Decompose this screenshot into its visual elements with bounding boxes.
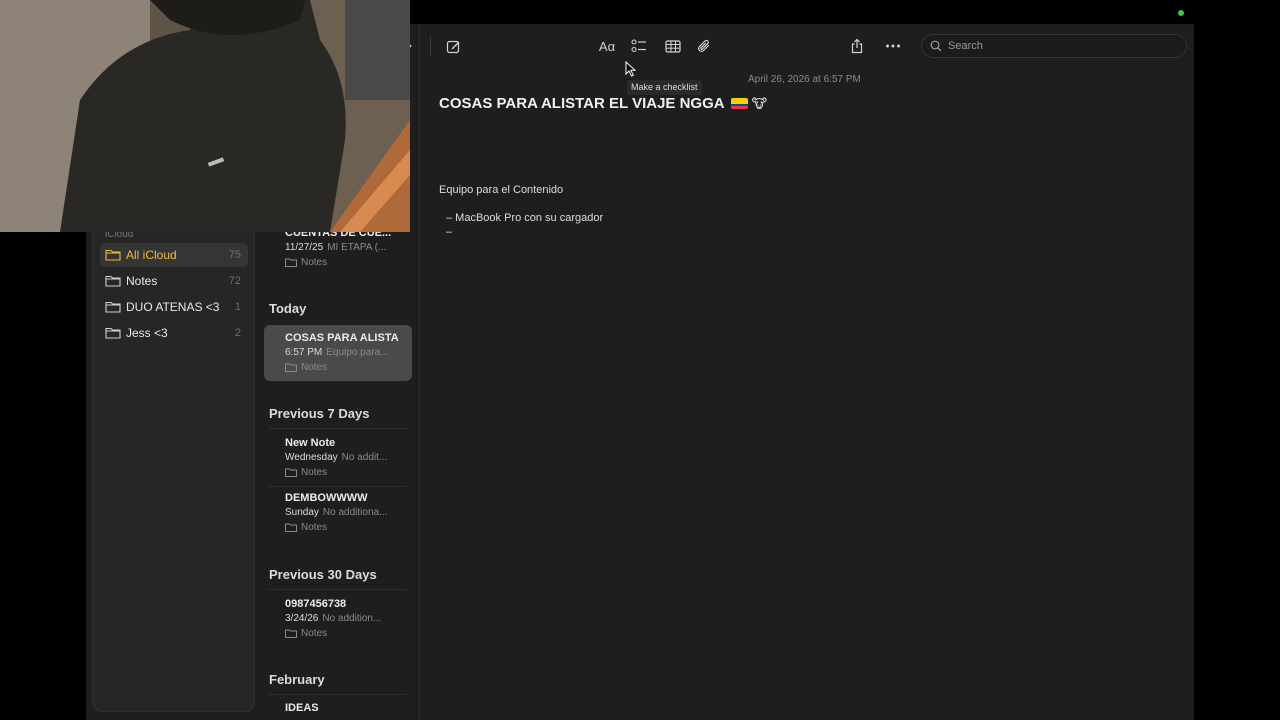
note-title: New Note — [285, 437, 336, 449]
note-folder-label: Notes — [301, 257, 328, 268]
folder-icon — [285, 629, 297, 638]
divider — [269, 428, 407, 429]
note-list-item[interactable]: New Note Wednesday No addit... Notes — [264, 430, 412, 486]
webcam-overlay — [0, 0, 410, 232]
note-list-item[interactable]: DEMBOWWWW Sunday No additiona... Notes — [264, 485, 412, 541]
note-date: Sunday — [285, 507, 319, 518]
note-date: 6:57 PM — [285, 347, 323, 358]
note-title: IDEAS — [285, 702, 319, 714]
note-date-header: April 26, 2026 at 6:57 PM — [748, 74, 861, 85]
attachment-icon[interactable] — [691, 35, 717, 57]
camera-indicator-icon — [1178, 10, 1184, 16]
note-date: 11/27/25 — [285, 242, 324, 253]
folder-icon — [285, 523, 297, 532]
toolbar-divider — [430, 36, 431, 56]
mouse-cursor-icon — [625, 61, 636, 77]
sidebar-item-jess[interactable]: Jess <3 2 — [100, 321, 248, 345]
folder-icon — [285, 468, 297, 477]
note-list-item-selected[interactable]: COSAS PARA ALISTA 6:57 PM Equipo para... … — [264, 325, 412, 381]
group-title-previous-30-days: Previous 30 Days — [269, 567, 377, 582]
note-folder-label: Notes — [301, 362, 328, 373]
note-folder-label: Notes — [301, 522, 328, 533]
note-title: 0987456738 — [285, 598, 347, 610]
folder-name: Notes — [126, 274, 158, 288]
note-preview: No addition... — [322, 613, 382, 624]
folder-name: All iCloud — [126, 248, 177, 262]
divider — [269, 589, 407, 590]
folder-count: 1 — [234, 301, 241, 313]
note-preview: No additiona... — [322, 507, 388, 518]
folder-name: DUO ATENAS <3 — [126, 300, 220, 314]
note-meta: 11/27/25 MI ETAPA (... — [285, 242, 407, 253]
folder-count: 2 — [234, 327, 241, 339]
note-folder: Notes — [285, 467, 327, 478]
table-icon[interactable] — [660, 35, 686, 57]
more-icon[interactable] — [880, 35, 906, 57]
note-title: DEMBOWWWW — [285, 492, 368, 504]
note-list-item[interactable]: IDEAS — [264, 695, 412, 720]
note-body-bullet[interactable]: – MacBook Pro con su cargador — [446, 212, 603, 224]
note-preview: No addit... — [341, 452, 388, 463]
note-meta: 6:57 PM Equipo para... — [285, 347, 407, 358]
cow-emoji: 🐮 — [751, 95, 767, 111]
note-heading[interactable]: COSAS PARA ALISTAR EL VIAJE NGGA 🐮 — [439, 95, 767, 112]
note-list-item[interactable]: 0987456738 3/24/26 No addition... Notes — [264, 591, 412, 647]
note-meta: Wednesday No addit... — [285, 452, 407, 463]
note-date: 3/24/26 — [285, 613, 319, 624]
note-body-line[interactable]: Equipo para el Contenido — [439, 184, 563, 196]
note-folder: Notes — [285, 257, 327, 268]
group-title-previous-7-days: Previous 7 Days — [269, 406, 370, 421]
compose-icon[interactable] — [440, 35, 466, 57]
note-title: COSAS PARA ALISTA — [285, 332, 399, 344]
search-field[interactable]: Search — [921, 34, 1187, 58]
folder-icon — [285, 363, 297, 372]
checklist-tooltip: Make a checklist — [627, 80, 702, 95]
note-meta: Sunday No additiona... — [285, 507, 407, 518]
group-title-today: Today — [269, 301, 307, 316]
ecuador-flag-icon — [730, 98, 748, 109]
checklist-icon[interactable] — [626, 35, 652, 57]
share-icon[interactable] — [844, 35, 870, 57]
search-placeholder: Search — [948, 40, 983, 52]
note-body-bullet-empty[interactable]: – — [446, 226, 452, 238]
note-folder-label: Notes — [301, 628, 328, 639]
sidebar-item-all-icloud[interactable]: All iCloud 75 — [100, 243, 248, 267]
note-folder: Notes — [285, 362, 327, 373]
folder-icon — [105, 249, 121, 261]
sidebar-item-notes[interactable]: Notes 72 — [100, 269, 248, 293]
search-icon — [930, 40, 942, 52]
note-preview: MI ETAPA (... — [327, 242, 387, 253]
note-meta: 3/24/26 No addition... — [285, 613, 407, 624]
folder-name: Jess <3 — [126, 326, 168, 340]
folder-icon — [105, 327, 121, 339]
note-folder-label: Notes — [301, 467, 328, 478]
folder-count: 72 — [228, 275, 241, 287]
webcam-image — [0, 0, 410, 232]
format-text-icon[interactable]: Aα — [594, 35, 620, 57]
note-folder: Notes — [285, 628, 327, 639]
note-folder: Notes — [285, 522, 327, 533]
folder-icon — [105, 275, 121, 287]
folder-icon — [285, 258, 297, 267]
note-date: Wednesday — [285, 452, 338, 463]
sidebar-item-duo-atenas[interactable]: DUO ATENAS <3 1 — [100, 295, 248, 319]
note-heading-text: COSAS PARA ALISTAR EL VIAJE NGGA — [439, 95, 725, 112]
folder-count: 75 — [228, 249, 241, 261]
folder-icon — [105, 301, 121, 313]
note-preview: Equipo para... — [326, 347, 389, 358]
group-title-february: February — [269, 672, 325, 687]
